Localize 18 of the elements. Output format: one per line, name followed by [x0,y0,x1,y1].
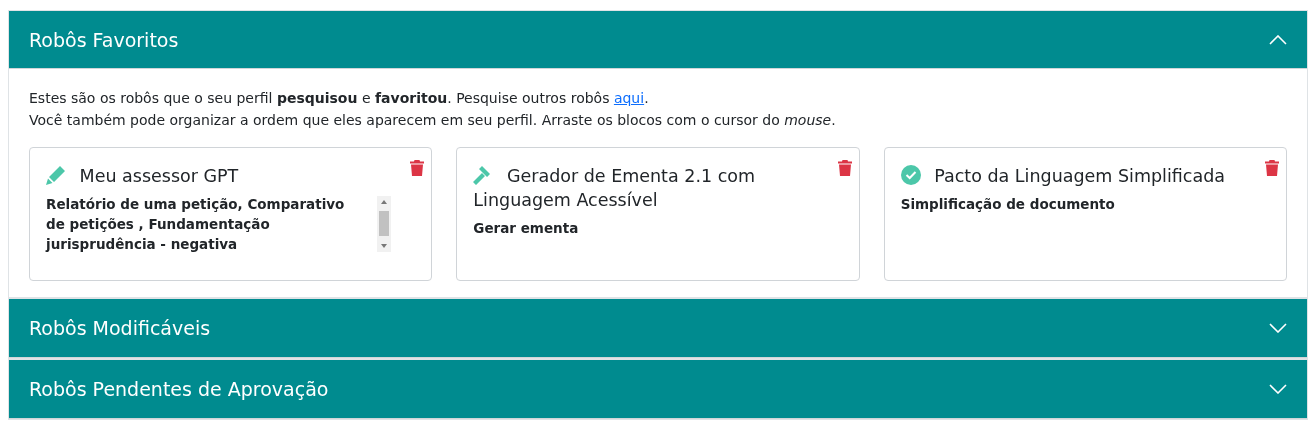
card-title: Gerador de Ementa 2.1 com Linguagem Acessível [473,164,757,212]
section-title: Robôs Favoritos [29,28,179,51]
intro-text: Estes são os robôs que o seu perfil pesquisou e favoritou. Pesquise outros robôs aqui. [29,89,650,108]
card-title: Meu assessor GPT [46,164,392,188]
search-link[interactable]: aqui [613,90,645,106]
card-description: Simplificação de documento [900,195,1115,214]
card-description: Relatório de uma petição, Comparativo de petições , Fundamentação jurisprudência - negativa [46,195,346,254]
section-title: Robôs Pendentes de Aprovação [29,378,329,400]
section-header[interactable]: Robôs Pendentes de Aprovação [9,360,1307,419]
section-header[interactable]: Robôs Favoritos [9,11,1307,69]
card-title: Pacto da Linguagem Simplificada [900,164,1246,188]
intro-text: Você também pode organizar a ordem que eles aparecem em seu perfil. Arraste os blocos com o cursor do mouse. [29,111,837,130]
robot-card[interactable]: Meu assessor GPT Relatório de uma petição, Comparativo de petições , Fundamentação jurisprudência - negativa [29,147,433,281]
card-description: Gerar ementa [473,219,579,238]
robot-card[interactable]: Pacto da Linguagem Simplificada Simplificação de documento [883,147,1287,281]
robot-card[interactable]: Gerador de Ementa 2.1 com Linguagem Acessível Gerar ementa [456,147,860,281]
section-header[interactable]: Robôs Modificáveis [9,299,1307,358]
section-title: Robôs Modificáveis [29,317,211,339]
